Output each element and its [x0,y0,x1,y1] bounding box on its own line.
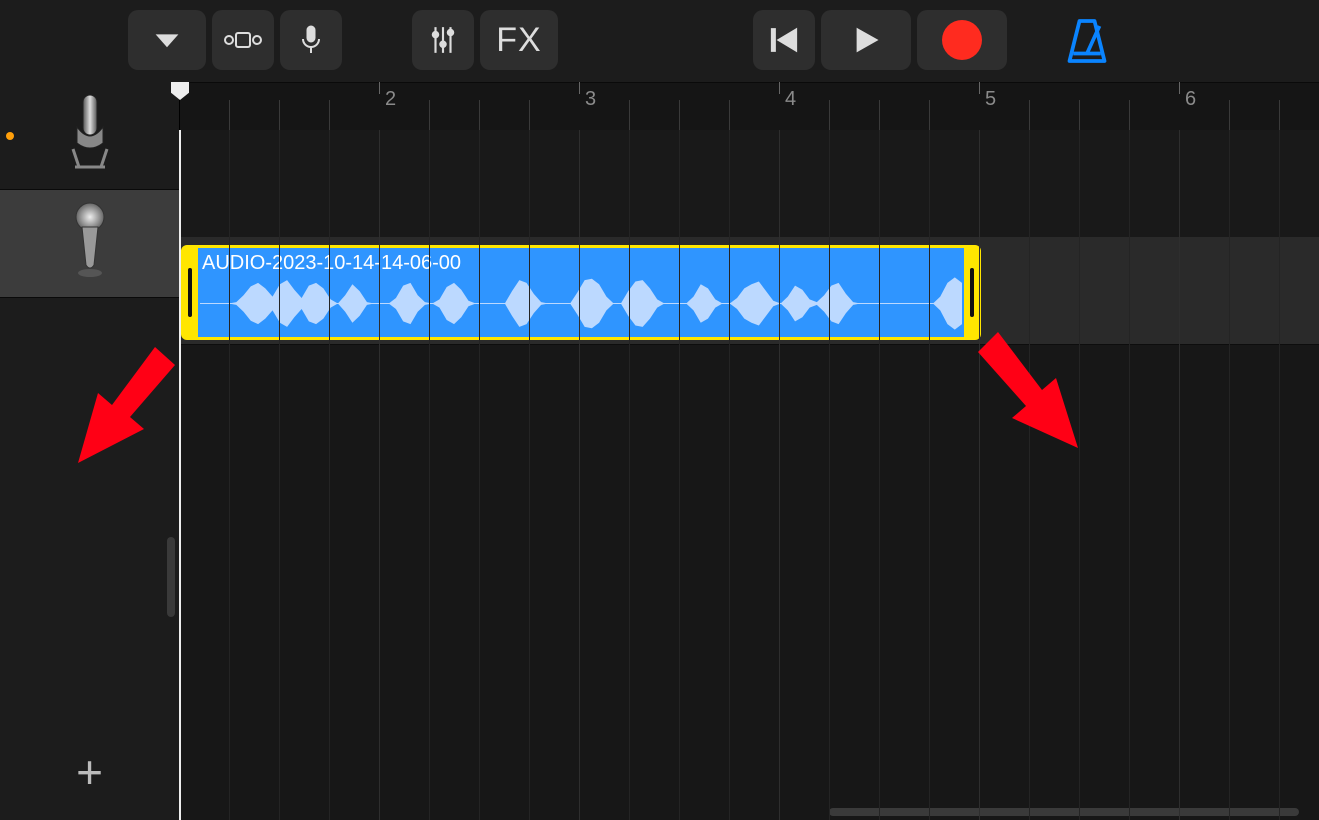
toolbar: FX [0,0,1319,83]
metronome-button[interactable] [1062,16,1112,66]
sections-icon [223,25,263,55]
play-icon [851,25,881,55]
timeline-ruler[interactable]: 2 3 4 5 6 [179,82,1319,131]
clip-waveform [200,276,962,331]
audio-clip[interactable]: AUDIO-2023-10-14-14-06-00 [181,245,981,340]
metronome-icon [1062,16,1112,66]
record-icon [942,20,982,60]
sliders-icon [428,25,458,55]
track-v-scrollbar[interactable] [167,537,175,617]
fx-button[interactable]: FX [480,10,558,70]
plus-icon: + [76,745,103,799]
playhead[interactable] [179,130,181,820]
track-lane-1[interactable] [179,130,1319,238]
bar-number: 3 [585,88,596,111]
bar-number: 2 [385,88,396,111]
clip-trim-right-handle[interactable] [964,248,980,337]
clip-trim-left-handle[interactable] [182,248,198,337]
bar-number: 6 [1185,88,1196,111]
track-header-1[interactable] [0,82,179,190]
chevron-down-icon [152,25,182,55]
dynamic-mic-icon [67,201,113,286]
tracks-menu-button[interactable] [128,10,206,70]
view-sections-button[interactable] [212,10,274,70]
clip-name-label: AUDIO-2023-10-14-14-06-00 [202,252,461,275]
record-button[interactable] [917,10,1007,70]
play-button[interactable] [821,10,911,70]
track-header-2[interactable] [0,190,179,298]
input-monitor-button[interactable] [280,10,342,70]
rewind-button[interactable] [753,10,815,70]
track-headers-column: + [0,82,180,820]
skip-back-icon [769,25,799,55]
arrangement-area[interactable]: AUDIO-2023-10-14-14-06-00 [179,130,1319,820]
bar-number: 5 [985,88,996,111]
condenser-mic-icon [67,93,113,178]
record-armed-dot [6,132,14,140]
mixer-button[interactable] [412,10,474,70]
add-track-button[interactable]: + [0,724,179,820]
microphone-icon [296,25,326,55]
fx-label: FX [496,21,541,60]
bar-number: 4 [785,88,796,111]
